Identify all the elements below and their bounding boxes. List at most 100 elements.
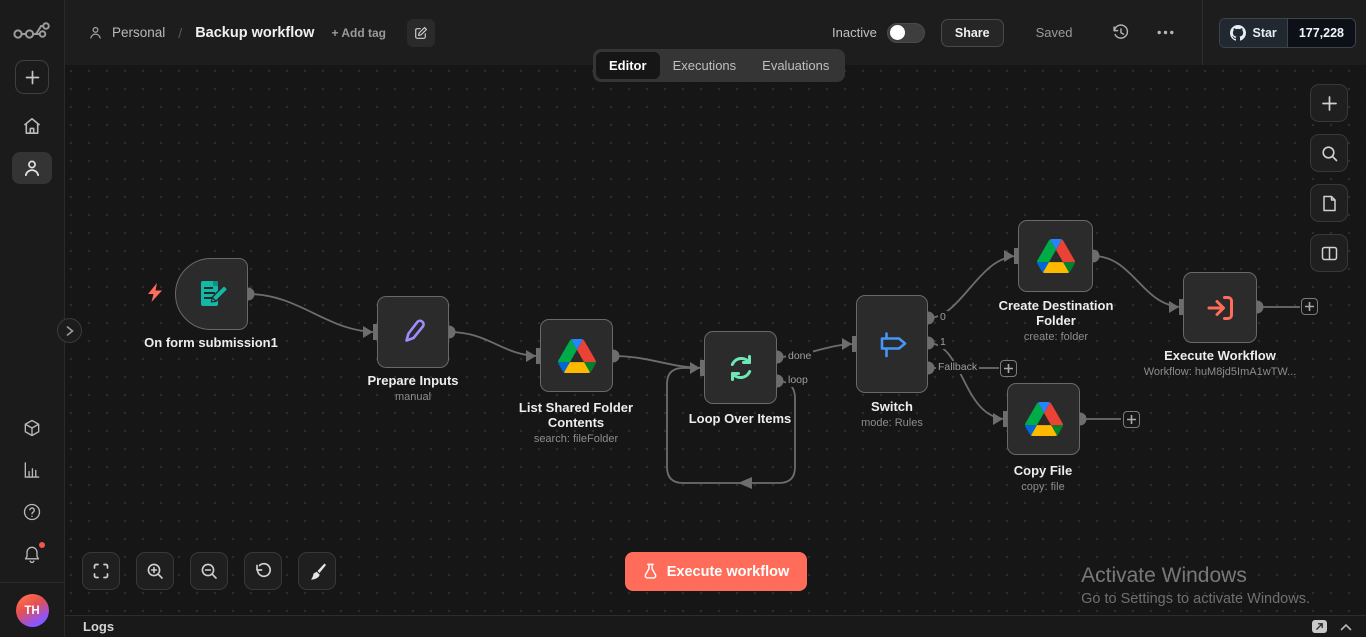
package-icon — [22, 418, 42, 438]
undo-icon — [254, 562, 272, 580]
home-icon — [22, 116, 42, 136]
person-icon — [88, 25, 103, 40]
breadcrumb-project[interactable]: Personal — [112, 25, 165, 40]
zoom-to-fit-button[interactable] — [82, 552, 120, 590]
switch-icon — [873, 325, 911, 363]
sidebar-item-insights[interactable] — [12, 454, 52, 486]
node-switch[interactable] — [856, 295, 928, 393]
github-icon — [1230, 25, 1246, 41]
plus-icon — [25, 70, 40, 85]
rename-workflow-button[interactable] — [407, 19, 435, 47]
sidebar-item-help[interactable] — [12, 496, 52, 528]
logs-panel-bar[interactable]: Logs — [65, 615, 1366, 637]
add-node-button[interactable] — [1310, 84, 1348, 122]
tab-evaluations[interactable]: Evaluations — [749, 52, 842, 79]
open-logs-popout-button[interactable] — [1312, 620, 1327, 633]
zoom-in-button[interactable] — [136, 552, 174, 590]
view-tabs: Editor Executions Evaluations — [593, 49, 845, 82]
add-node-endpoint-fallback[interactable] — [1000, 360, 1017, 377]
node-list-shared-folder[interactable] — [540, 319, 613, 392]
toggle-knob — [890, 25, 905, 40]
edit-fields-icon — [396, 315, 430, 349]
search-icon — [1321, 145, 1338, 162]
sticky-note-button[interactable] — [1310, 184, 1348, 222]
history-button[interactable] — [1098, 24, 1143, 41]
node-label: Switch mode: Rules — [812, 399, 972, 429]
execute-workflow-icon — [1202, 290, 1238, 326]
header-divider — [1202, 0, 1203, 65]
output-label-done: done — [786, 350, 813, 363]
share-button[interactable]: Share — [941, 19, 1004, 47]
broom-icon — [308, 562, 327, 581]
workflow-canvas[interactable]: On form submission1 Prepare Inputs manua… — [0, 0, 1366, 637]
tidy-up-button[interactable] — [298, 552, 336, 590]
google-drive-icon — [558, 339, 596, 373]
node-label: Loop Over Items — [660, 411, 820, 426]
github-star-widget[interactable]: Star 177,228 — [1219, 18, 1356, 48]
create-workflow-button[interactable] — [15, 60, 49, 94]
zoom-in-icon — [146, 562, 164, 580]
trigger-bolt-icon — [147, 283, 163, 302]
app-sidebar: TH — [0, 0, 65, 637]
toggle-panel-button[interactable] — [1310, 234, 1348, 272]
plus-icon — [1322, 96, 1337, 111]
output-label-0: 0 — [938, 311, 948, 324]
node-on-form-submission[interactable] — [175, 258, 248, 330]
activation-status-label: Inactive — [832, 25, 877, 40]
node-loop-over-items[interactable] — [704, 331, 777, 404]
help-icon — [22, 502, 42, 522]
person-icon — [22, 158, 42, 178]
sidebar-item-notifications[interactable] — [12, 538, 52, 570]
sidebar-item-templates[interactable] — [12, 412, 52, 444]
node-label: Execute Workflow Workflow: huM8jd5ImA1wT… — [1130, 348, 1310, 378]
node-label: Copy File copy: file — [963, 463, 1123, 493]
node-execute-workflow[interactable] — [1183, 272, 1257, 343]
add-node-endpoint-copy-file[interactable] — [1123, 411, 1140, 428]
logs-title: Logs — [83, 619, 114, 634]
edit-pencil-icon — [414, 26, 428, 40]
activation-toggle[interactable] — [887, 23, 925, 43]
output-label-1: 1 — [938, 336, 948, 349]
sidebar-item-personal[interactable] — [12, 152, 52, 184]
split-panel-icon — [1321, 245, 1338, 262]
ellipsis-icon — [1157, 30, 1174, 35]
node-prepare-inputs[interactable] — [377, 296, 449, 368]
github-star-count[interactable]: 177,228 — [1287, 19, 1355, 47]
add-tag-button[interactable]: + Add tag — [331, 26, 386, 40]
zoom-out-icon — [200, 562, 218, 580]
github-star-button[interactable]: Star — [1220, 19, 1286, 47]
output-label-fallback: Fallback — [936, 361, 979, 374]
chevron-right-icon — [66, 326, 74, 336]
user-menu[interactable]: TH — [0, 582, 64, 637]
breadcrumb-separator: / — [174, 25, 186, 41]
node-copy-file[interactable] — [1007, 383, 1080, 455]
search-button[interactable] — [1310, 134, 1348, 172]
bar-chart-icon — [22, 460, 42, 480]
sidebar-expand-button[interactable] — [57, 318, 82, 343]
add-node-endpoint-execute[interactable] — [1301, 298, 1318, 315]
workflow-title[interactable]: Backup workflow — [195, 25, 314, 41]
google-drive-icon — [1025, 402, 1063, 436]
node-create-destination-folder[interactable] — [1018, 220, 1093, 292]
tab-editor[interactable]: Editor — [596, 52, 660, 79]
output-label-loop: loop — [786, 374, 810, 387]
undo-button[interactable] — [244, 552, 282, 590]
flask-icon — [643, 563, 658, 580]
zoom-out-button[interactable] — [190, 552, 228, 590]
sidebar-item-overview[interactable] — [12, 110, 52, 142]
note-icon — [1321, 195, 1338, 212]
tab-executions[interactable]: Executions — [660, 52, 750, 79]
chevron-up-icon[interactable] — [1340, 623, 1352, 631]
fit-view-icon — [92, 562, 110, 580]
more-menu-button[interactable] — [1143, 30, 1188, 35]
form-trigger-icon — [194, 276, 230, 312]
loop-icon — [723, 350, 759, 386]
header-actions: Inactive Share Saved Star 177,228 — [832, 0, 1366, 65]
avatar[interactable]: TH — [16, 594, 49, 627]
notification-dot — [39, 542, 45, 548]
windows-watermark: Activate Windows Go to Settings to activ… — [1081, 564, 1310, 607]
execute-workflow-label: Execute workflow — [667, 564, 789, 580]
n8n-logo — [12, 18, 52, 43]
save-status: Saved — [1036, 25, 1073, 40]
execute-workflow-button[interactable]: Execute workflow — [625, 552, 807, 591]
